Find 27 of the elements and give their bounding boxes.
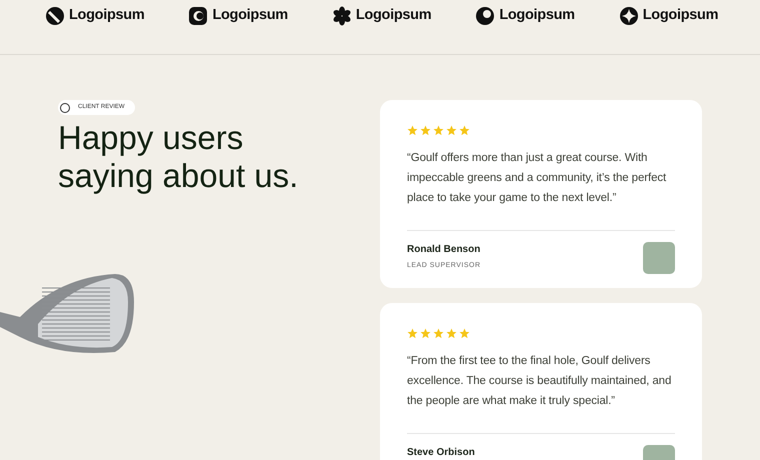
photo-placeholder [643, 242, 675, 274]
star-icon [459, 328, 470, 339]
star-icon [420, 328, 431, 339]
section-heading: Happy users [58, 119, 244, 157]
logo-icon [332, 6, 352, 26]
star-icon [446, 125, 457, 136]
logo-wordmark: Logoipsum [69, 6, 144, 25]
review-quote: “From the first tee to the final hole, Goulf delivers excellence. The course is beautifully maintained, and the people are what make it truly special.” [407, 354, 672, 409]
logo-icon [618, 6, 639, 26]
logo-wordmark: Logoipsum [642, 6, 718, 25]
logo-icon [188, 6, 208, 26]
star-icon [433, 125, 444, 136]
reviewer-name: Ronald Benson [407, 243, 481, 257]
star-icon [433, 328, 444, 339]
section-heading: saying about us. [58, 157, 300, 195]
star-icon [459, 125, 470, 136]
reviewer-name: Steve Orbison [407, 446, 475, 460]
star-icon [407, 328, 418, 339]
star-icon [446, 328, 457, 339]
logo-wordmark: Logoipsum [212, 6, 288, 25]
star-icon [407, 125, 418, 136]
logo-icon [475, 6, 496, 26]
star-icon [420, 125, 431, 136]
review-quote: “Goulf offers more than just a great course. With impeccable greens and a community, it’s the perfect place to take your game to the next level.” [407, 151, 668, 206]
logo-icon [45, 6, 65, 26]
logo-wordmark: Logoipsum [499, 6, 575, 25]
logo-wordmark: Logoipsum [356, 6, 432, 25]
